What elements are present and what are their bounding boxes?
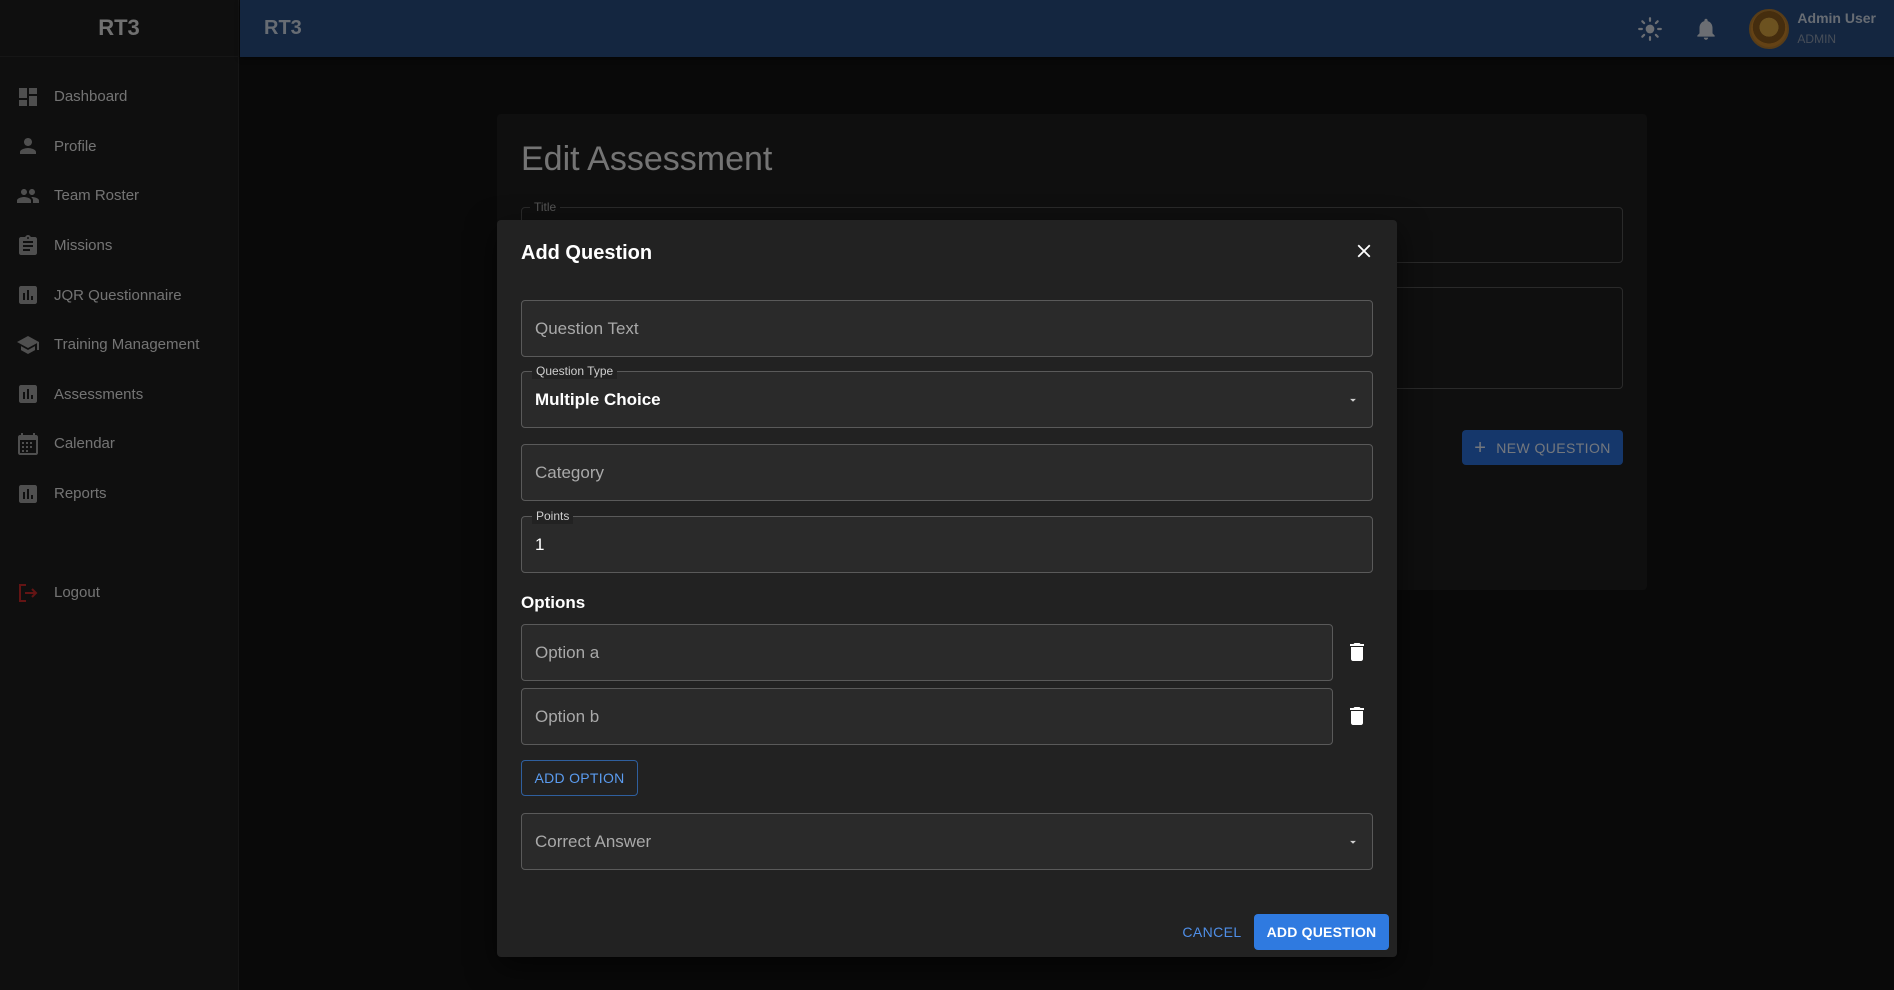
add-question-dialog: Add Question Question Type Multiple Choi… <box>497 220 1397 957</box>
correct-answer-placeholder: Correct Answer <box>535 831 652 851</box>
dialog-title: Add Question <box>521 242 653 264</box>
option-b-input[interactable] <box>535 689 1292 744</box>
chevron-down-icon <box>1346 835 1360 849</box>
option-field <box>521 624 1333 681</box>
question-type-value: Multiple Choice <box>535 389 661 409</box>
category-input[interactable] <box>535 445 1332 500</box>
options-heading: Options <box>521 593 586 612</box>
question-type-select[interactable]: Question Type Multiple Choice <box>521 363 1373 428</box>
close-icon <box>1353 240 1375 262</box>
chevron-down-icon <box>1346 393 1360 407</box>
cancel-button[interactable]: CANCEL <box>1177 914 1247 950</box>
delete-option-icon[interactable] <box>1345 640 1369 664</box>
option-field <box>521 688 1333 745</box>
question-text-field <box>521 300 1373 357</box>
add-question-button[interactable]: ADD QUESTION <box>1254 914 1389 950</box>
question-text-input[interactable] <box>535 301 1332 356</box>
points-field: Points <box>521 508 1373 573</box>
category-field <box>521 444 1373 501</box>
points-input[interactable] <box>535 517 1332 572</box>
delete-option-icon[interactable] <box>1345 704 1369 728</box>
close-button[interactable] <box>1349 236 1379 266</box>
option-a-input[interactable] <box>535 625 1292 680</box>
add-option-button[interactable]: ADD OPTION <box>521 760 638 796</box>
correct-answer-select[interactable]: Correct Answer <box>521 813 1373 870</box>
